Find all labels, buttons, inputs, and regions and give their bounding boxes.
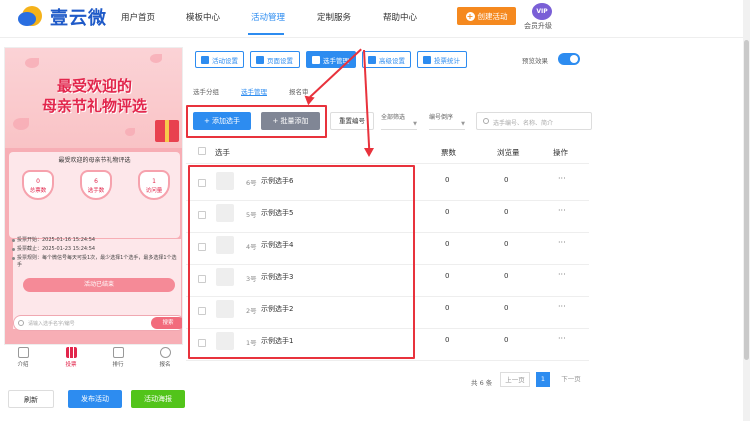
plus-circle-icon: + <box>465 11 475 21</box>
more-actions-icon[interactable]: ··· <box>558 270 566 279</box>
nav-custom-service[interactable]: 定制服务 <box>317 11 351 23</box>
advanced-settings-button[interactable]: 高级设置 <box>362 51 411 68</box>
edit-icon <box>159 347 171 358</box>
vote-statistics-button[interactable]: 投票统计 <box>417 51 467 68</box>
scrollbar-thumb[interactable] <box>744 40 749 360</box>
preview-tab-bar: 介绍 投票 排行 报名 <box>4 345 183 371</box>
subtab-player-groups[interactable]: 选手分组 <box>193 86 219 96</box>
create-activity-label: 创建活动 <box>477 11 508 21</box>
preview-search-field[interactable]: 请输入选手名字/编号 搜索 <box>13 315 182 331</box>
home-icon <box>17 347 29 358</box>
vote-rules: 投票规则：每个微信号每天可投1次，最少选择1个选手，最多选择1个选手 <box>12 255 177 268</box>
search-icon <box>483 118 489 124</box>
preview-subtitle: 最受欢迎的母亲节礼物评选 <box>58 157 131 164</box>
nav-user-home[interactable]: 用户首页 <box>121 11 155 23</box>
mobile-preview: 最受欢迎的 母亲节礼物评选 最受欢迎的母亲节礼物评选 0 总票数 6 选手数 1… <box>4 47 183 345</box>
chevron-down-icon: ▼ <box>461 121 465 127</box>
tab-signup[interactable]: 报名 <box>150 347 180 368</box>
stat-visits: 1 访问量 <box>135 168 173 202</box>
filter-select-value: 全部筛选 <box>381 114 406 121</box>
pagination-next[interactable]: 下一页 <box>556 372 586 387</box>
sliders-icon <box>368 55 376 64</box>
more-actions-icon[interactable]: ··· <box>558 174 566 183</box>
nav-activity-management[interactable]: 活动管理 <box>251 11 285 23</box>
column-header-views: 浏览量 <box>497 148 520 157</box>
chevron-down-icon: ▼ <box>413 121 417 127</box>
select-all-checkbox[interactable] <box>198 147 206 155</box>
table-divider <box>186 163 589 164</box>
subtab-active-indicator <box>241 95 267 96</box>
vote-start-time: 投票开始：2025-01-16 15:24:54 <box>12 237 177 244</box>
sort-select-value: 编号倒序 <box>429 114 454 121</box>
brand-name: 壹云微 <box>50 8 107 29</box>
player-search-input[interactable]: 选手编号、名称、简介 <box>476 112 592 130</box>
preview-toggle-switch[interactable] <box>558 53 580 65</box>
column-header-votes: 票数 <box>441 148 456 157</box>
heart-icon <box>138 170 170 200</box>
create-activity-button[interactable]: + 创建活动 <box>457 7 516 25</box>
nav-active-indicator <box>248 33 284 35</box>
tab-ranking[interactable]: 排行 <box>103 347 133 368</box>
refresh-button[interactable]: 刷新 <box>8 390 54 408</box>
preview-search-placeholder: 请输入选手名字/编号 <box>28 321 75 327</box>
publish-activity-button[interactable]: 发布活动 <box>68 390 122 408</box>
nav-template-center[interactable]: 模板中心 <box>186 11 220 23</box>
annotation-arrow-head <box>364 148 374 157</box>
heart-icon <box>80 170 112 200</box>
tab-intro[interactable]: 介绍 <box>8 347 38 368</box>
settings-icon <box>256 55 264 64</box>
heart-icon <box>22 170 54 200</box>
gift-box-icon <box>155 120 179 142</box>
highlight-box-actions <box>186 105 327 138</box>
activity-ended-button[interactable]: 活动已结束 <box>23 278 175 292</box>
nav-help-center[interactable]: 帮助中心 <box>383 11 417 23</box>
preview-toggle-label: 预览效果 <box>522 57 548 65</box>
activity-settings-button[interactable]: 活动设置 <box>195 51 244 68</box>
users-icon <box>312 55 320 64</box>
bar-chart-icon <box>423 55 431 64</box>
gear-icon <box>201 55 209 64</box>
preview-banner: 最受欢迎的 母亲节礼物评选 <box>5 48 182 148</box>
preview-title-line1: 最受欢迎的 <box>56 77 132 95</box>
search-icon <box>18 320 24 326</box>
highlight-box-player-list <box>188 165 415 359</box>
more-actions-icon[interactable]: ··· <box>558 302 566 311</box>
brand-logo[interactable]: 壹云微 <box>18 4 107 30</box>
page-scrollbar[interactable] <box>743 0 750 421</box>
column-header-ops: 操作 <box>553 148 568 157</box>
stat-total-votes: 0 总票数 <box>19 168 57 202</box>
table-divider <box>186 360 589 361</box>
bar-chart-icon <box>65 347 77 358</box>
stat-player-count: 6 选手数 <box>77 168 115 202</box>
logo-icon <box>18 4 44 30</box>
preview-title-line2: 母亲节礼物评选 <box>41 97 147 115</box>
more-actions-icon[interactable]: ··· <box>558 334 566 343</box>
vip-icon[interactable]: VIP <box>532 3 552 20</box>
pagination-total: 共 6 条 <box>471 379 493 387</box>
more-actions-icon[interactable]: ··· <box>558 238 566 247</box>
pagination-page-1[interactable]: 1 <box>536 372 550 387</box>
vip-upgrade-link[interactable]: 会员升级 <box>524 21 552 31</box>
sort-select[interactable]: 编号倒序 ▼ <box>429 112 465 130</box>
player-search-placeholder: 选手编号、名称、简介 <box>493 120 554 127</box>
more-actions-icon[interactable]: ··· <box>558 206 566 215</box>
column-header-player: 选手 <box>215 148 230 157</box>
activity-poster-button[interactable]: 活动海报 <box>131 390 185 408</box>
preview-search-button[interactable]: 搜索 <box>151 317 182 329</box>
filter-select[interactable]: 全部筛选 ▼ <box>381 112 417 130</box>
pagination-prev[interactable]: 上一页 <box>500 372 530 387</box>
top-navigation-bar: 壹云微 用户首页 模板中心 活动管理 定制服务 帮助中心 + 创建活动 VIP … <box>0 0 750 38</box>
tab-vote[interactable]: 投票 <box>56 347 86 368</box>
page-settings-button[interactable]: 页面设置 <box>250 51 300 68</box>
ranking-icon <box>112 347 124 358</box>
vote-end-time: 投票截止：2025-01-23 15:24:54 <box>12 246 177 253</box>
